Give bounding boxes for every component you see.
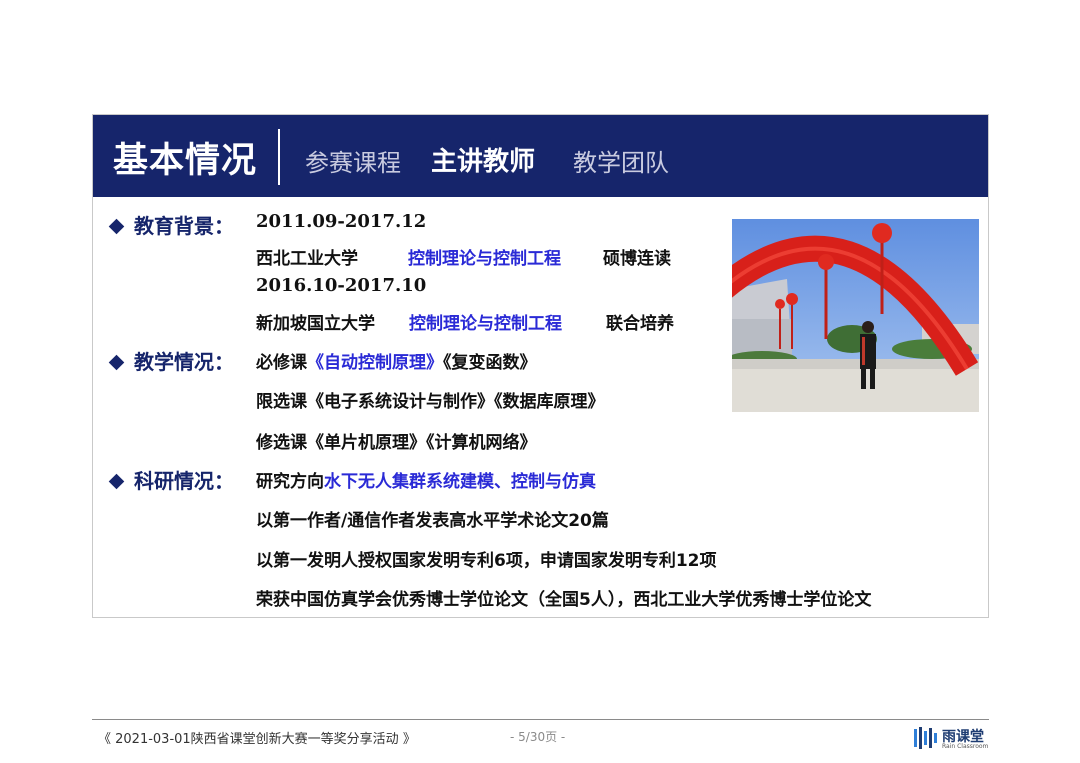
research-patents: 以第一发明人授权国家发明专利6项，申请国家发明专利12项 bbox=[256, 551, 717, 571]
footer-event: 《 2021-03-01陕西省课堂创新大赛一等奖分享活动 》 bbox=[98, 732, 416, 747]
degree-2: 联合培养 bbox=[606, 314, 674, 334]
major-1: 控制理论与控制工程 bbox=[408, 249, 561, 269]
research-label: 科研情况： bbox=[134, 469, 234, 493]
research-papers: 以第一作者/通信作者发表高水平学术论文20篇 bbox=[256, 511, 609, 531]
optional-electives: 修选课《单片机原理》《计算机网络》 bbox=[256, 433, 537, 453]
logo-subtext: Rain Classroom bbox=[942, 743, 989, 750]
diamond-bullet-icon bbox=[108, 354, 125, 371]
page-number: - 5/30页 - bbox=[510, 730, 566, 744]
tab-course[interactable]: 参赛课程 bbox=[305, 143, 401, 178]
teaching-label: 教学情况： bbox=[134, 350, 234, 374]
research-awards: 荣获中国仿真学会优秀博士学位论文（全国5人），西北工业大学优秀博士学位论文 bbox=[256, 590, 872, 610]
required-prefix: 必修课 bbox=[256, 353, 307, 373]
footer-divider bbox=[92, 719, 989, 720]
tab-lecturer[interactable]: 主讲教师 bbox=[431, 141, 535, 178]
header-divider bbox=[278, 129, 280, 185]
graduation-photo-image bbox=[732, 219, 979, 412]
graduation-photo bbox=[732, 219, 979, 412]
education-period-1: 2011.09-2017.12 bbox=[256, 211, 427, 232]
school-2: 新加坡国立大学 bbox=[256, 314, 375, 334]
education-label: 教育背景： bbox=[134, 214, 234, 238]
degree-1: 硕博连读 bbox=[603, 249, 671, 269]
research-direction: 研究方向水下无人集群系统建模、控制与仿真 bbox=[256, 467, 596, 492]
rain-classroom-logo-icon bbox=[914, 727, 937, 749]
required-courses: 必修课《自动控制原理》《复变函数》 bbox=[256, 348, 537, 373]
slide-card: 基本情况 参赛课程 主讲教师 教学团队 教育背景： 2011.09-2017.1… bbox=[92, 114, 989, 618]
tab-team[interactable]: 教学团队 bbox=[573, 143, 669, 178]
education-period-2: 2016.10-2017.10 bbox=[256, 275, 427, 296]
slide-header: 基本情况 参赛课程 主讲教师 教学团队 bbox=[93, 115, 988, 197]
education-heading: 教育背景： bbox=[107, 210, 234, 239]
teaching-heading: 教学情况： bbox=[107, 346, 234, 375]
rain-classroom-logo: 雨课堂 Rain Classroom bbox=[912, 724, 992, 752]
major-2: 控制理论与控制工程 bbox=[409, 314, 562, 334]
required-course-rest: 《复变函数》 bbox=[443, 353, 537, 373]
school-1: 西北工业大学 bbox=[256, 249, 358, 269]
required-course-highlight: 《自动控制原理》 bbox=[307, 353, 443, 373]
restricted-electives: 限选课《电子系统设计与制作》《数据库原理》 bbox=[256, 392, 605, 412]
direction-prefix: 研究方向 bbox=[256, 472, 324, 492]
diamond-bullet-icon bbox=[108, 473, 125, 490]
slide-title: 基本情况 bbox=[113, 141, 258, 181]
direction-highlight: 水下无人集群系统建模、控制与仿真 bbox=[324, 472, 596, 492]
diamond-bullet-icon bbox=[108, 218, 125, 235]
education-row-1: 西北工业大学 bbox=[256, 244, 358, 269]
research-heading: 科研情况： bbox=[107, 465, 234, 494]
